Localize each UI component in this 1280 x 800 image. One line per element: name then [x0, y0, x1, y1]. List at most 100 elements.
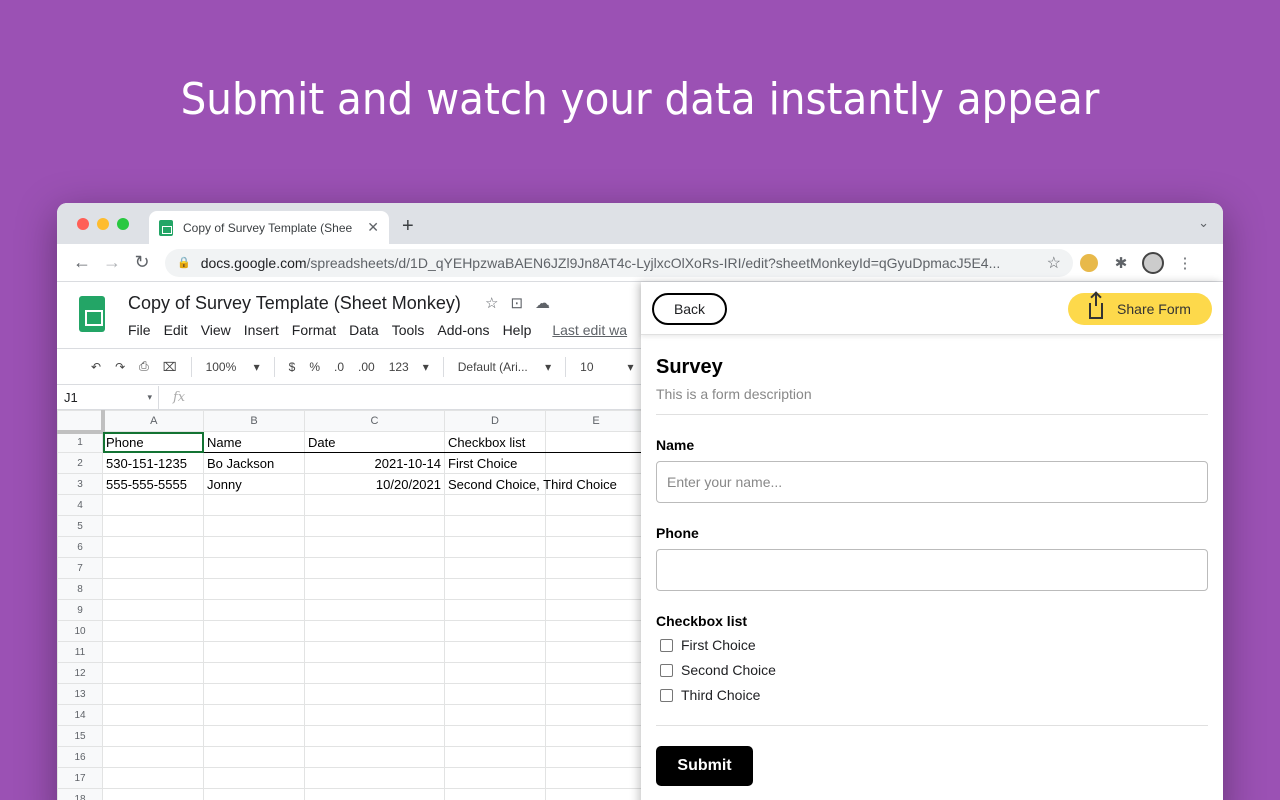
name-input[interactable]	[656, 461, 1208, 503]
percent-button[interactable]: %	[309, 360, 320, 374]
more-formats-select[interactable]: 123 ▾	[389, 360, 429, 374]
cell[interactable]	[304, 767, 445, 789]
cell[interactable]	[102, 683, 204, 705]
menu-help[interactable]: Help	[503, 322, 532, 338]
cell[interactable]	[203, 767, 305, 789]
increase-decimal-button[interactable]: .00	[358, 360, 375, 374]
cell[interactable]: Date	[304, 431, 445, 453]
cell[interactable]	[444, 641, 546, 663]
cell[interactable]	[444, 536, 546, 558]
menu-file[interactable]: File	[128, 322, 151, 338]
menu-data[interactable]: Data	[349, 322, 379, 338]
menu-edit[interactable]: Edit	[164, 322, 188, 338]
share-form-button[interactable]: Share Form	[1068, 293, 1212, 325]
cell[interactable]	[545, 683, 647, 705]
cell[interactable]	[545, 746, 647, 768]
row-header[interactable]: 4	[57, 494, 103, 516]
phone-input[interactable]	[656, 549, 1208, 591]
checkbox-option[interactable]: Second Choice	[656, 662, 1208, 678]
cell[interactable]	[203, 746, 305, 768]
cell[interactable]	[304, 704, 445, 726]
cell[interactable]	[444, 746, 546, 768]
cell[interactable]	[102, 725, 204, 747]
cell[interactable]: Bo Jackson	[203, 452, 305, 474]
cell[interactable]	[203, 536, 305, 558]
menu-view[interactable]: View	[201, 322, 231, 338]
currency-button[interactable]: $	[289, 360, 296, 374]
font-select[interactable]: Default (Ari... ▾	[458, 360, 551, 374]
bookmark-star-icon[interactable]: ☆	[1047, 253, 1061, 273]
checkbox-option[interactable]: First Choice	[656, 637, 1208, 653]
decrease-decimal-button[interactable]: .0	[334, 360, 344, 374]
menu-insert[interactable]: Insert	[244, 322, 279, 338]
submit-button[interactable]: Submit	[656, 746, 753, 786]
cell[interactable]	[203, 641, 305, 663]
cell[interactable]	[304, 662, 445, 684]
cell[interactable]	[203, 599, 305, 621]
browser-menu-icon[interactable]: ⋮	[1169, 254, 1201, 272]
font-size-select[interactable]: 10 ▾	[580, 360, 633, 374]
cell[interactable]	[102, 704, 204, 726]
row-header[interactable]: 8	[57, 578, 103, 600]
browser-tab[interactable]: Copy of Survey Template (Shee ✕	[149, 211, 389, 244]
cell[interactable]	[444, 704, 546, 726]
cell[interactable]	[444, 557, 546, 579]
cell[interactable]	[304, 494, 445, 516]
cell[interactable]	[203, 620, 305, 642]
cell[interactable]: Phone	[102, 431, 204, 453]
cell[interactable]	[102, 746, 204, 768]
cell[interactable]	[545, 620, 647, 642]
cell[interactable]	[545, 557, 647, 579]
checkbox[interactable]	[660, 688, 673, 702]
cell[interactable]: 555-555-5555	[102, 473, 204, 495]
tab-search-chevron-icon[interactable]: ⌄	[1198, 215, 1209, 231]
cell[interactable]	[102, 620, 204, 642]
cell[interactable]	[304, 557, 445, 579]
cell[interactable]	[304, 725, 445, 747]
cloud-status-icon[interactable]: ☁	[535, 295, 562, 312]
checkbox[interactable]	[660, 638, 673, 652]
minimize-window-button[interactable]	[97, 218, 109, 230]
cell[interactable]	[102, 515, 204, 537]
cell[interactable]	[203, 704, 305, 726]
cell[interactable]	[102, 788, 204, 800]
back-arrow-icon[interactable]: ←	[67, 252, 97, 273]
row-header[interactable]: 18	[57, 788, 103, 800]
menu-addons[interactable]: Add-ons	[437, 322, 489, 338]
cell[interactable]	[203, 683, 305, 705]
select-all-corner[interactable]	[57, 410, 105, 434]
row-header[interactable]: 17	[57, 767, 103, 789]
print-icon[interactable]: ⎙	[139, 359, 149, 374]
extension-cookie-icon[interactable]	[1080, 253, 1098, 272]
cell[interactable]	[444, 788, 546, 800]
cell[interactable]	[545, 494, 647, 516]
row-header[interactable]: 10	[57, 620, 103, 642]
column-header[interactable]: D	[444, 410, 546, 432]
move-folder-icon[interactable]: ⊡	[510, 295, 535, 312]
cell[interactable]	[444, 725, 546, 747]
cell[interactable]: Second Choice, Third Choice	[444, 473, 617, 495]
row-header[interactable]: 6	[57, 536, 103, 558]
cell[interactable]	[444, 683, 546, 705]
cell[interactable]	[444, 578, 546, 600]
close-window-button[interactable]	[77, 218, 89, 230]
menu-format[interactable]: Format	[292, 322, 336, 338]
cell[interactable]	[102, 767, 204, 789]
cell[interactable]	[102, 641, 204, 663]
cell[interactable]	[545, 641, 647, 663]
cell[interactable]: Name	[203, 431, 305, 453]
cell[interactable]	[304, 536, 445, 558]
cell[interactable]	[102, 557, 204, 579]
cell[interactable]	[444, 767, 546, 789]
extensions-puzzle-icon[interactable]: ✱	[1105, 254, 1137, 272]
cell[interactable]	[545, 704, 647, 726]
checkbox-option[interactable]: Third Choice	[656, 687, 1208, 703]
cell[interactable]	[203, 578, 305, 600]
cell[interactable]	[102, 599, 204, 621]
reload-icon[interactable]: ↻	[127, 252, 157, 273]
cell[interactable]	[304, 788, 445, 800]
undo-icon[interactable]: ↶	[91, 360, 101, 374]
cell[interactable]	[444, 494, 546, 516]
cell[interactable]	[545, 725, 647, 747]
cell[interactable]	[444, 599, 546, 621]
